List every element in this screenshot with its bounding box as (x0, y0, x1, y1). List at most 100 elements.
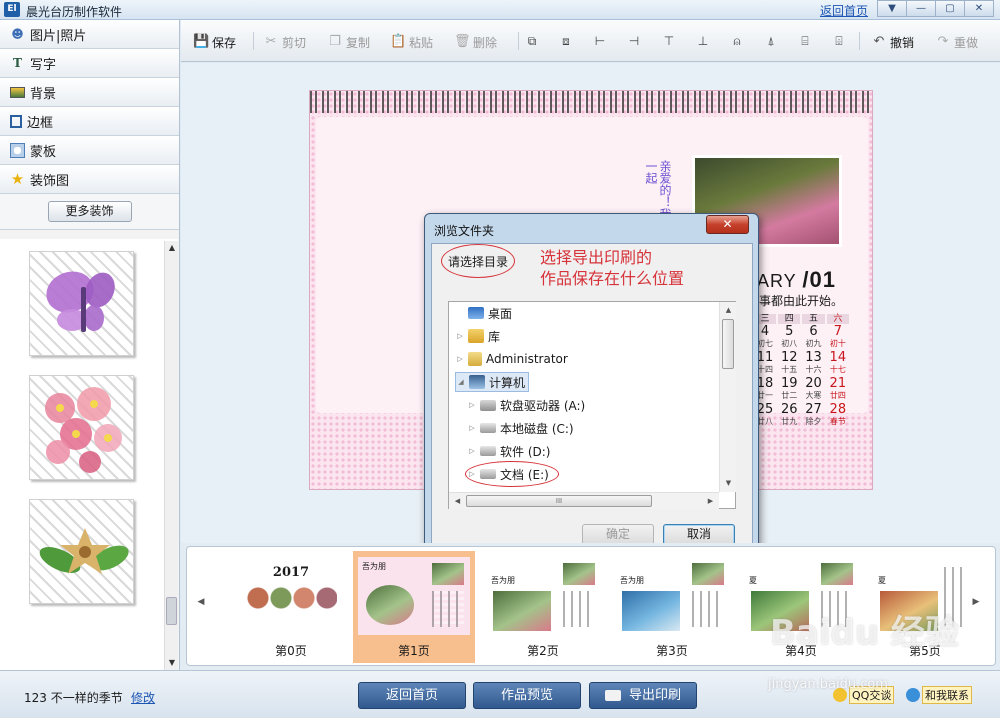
calendar-lunar-date: 初九 (805, 339, 822, 348)
star-icon: ★ (10, 169, 25, 188)
expand-arrow-icon[interactable]: ▷ (455, 332, 465, 340)
page-thumb-1[interactable]: 吾为朋 第1页 (353, 551, 475, 663)
maximize-button[interactable]: ▢ (935, 0, 965, 17)
calendar-day (777, 428, 801, 443)
dialog-close-button[interactable]: ✕ (706, 215, 749, 234)
calendar-lunar-date: 廿九 (781, 417, 798, 426)
export-print-button[interactable]: 导出印刷 (589, 682, 697, 709)
sidebar-item-border[interactable]: 边框 (0, 107, 179, 136)
calendar-day: 26 (780, 402, 798, 417)
align-left-icon[interactable]: ⊢ (592, 33, 608, 49)
tree-vertical-scrollbar[interactable]: ▲ ▼ (719, 302, 736, 492)
scroll-left-icon[interactable]: ◀ (193, 597, 209, 607)
sidebar-item-background[interactable]: 背景 (0, 78, 179, 107)
decoration-thumb-butterfly[interactable] (29, 251, 134, 356)
disk-icon (480, 446, 496, 456)
page-label: 第3页 (656, 644, 688, 658)
preview-button[interactable]: 作品预览 (473, 682, 581, 709)
undo-icon: ↶ (873, 34, 885, 49)
expand-arrow-icon[interactable]: ▷ (467, 470, 477, 478)
trash-icon: 🗑 (454, 34, 471, 49)
contact-label: 和我联系 (922, 686, 972, 704)
tree-item-label: Administrator (486, 352, 568, 366)
tree-item-desktop[interactable]: 桌面 (455, 303, 512, 323)
save-button[interactable]: 💾 保存 (193, 32, 236, 52)
scroll-left-icon[interactable]: ◀ (449, 493, 466, 510)
app-title: 晨光台历制作软件 (26, 5, 123, 19)
cancel-button[interactable]: 取消 (663, 524, 735, 545)
decoration-thumb-leaf-flower[interactable] (29, 499, 134, 604)
sidebar-item-photos[interactable]: ☻ 图片|照片 (0, 20, 179, 49)
align-middle-icon[interactable]: ⍋ (763, 33, 779, 49)
align-bottom-icon[interactable]: ⊥ (695, 33, 711, 49)
close-window-button[interactable]: ✕ (964, 0, 994, 17)
collapse-arrow-icon[interactable]: ◢ (456, 378, 466, 386)
tree-item-documents-e[interactable]: ▷ 文档 (E:) (467, 464, 549, 484)
undo-button[interactable]: ↶ 撤销 (871, 32, 914, 52)
bring-forward-icon[interactable]: ⧉ (524, 33, 540, 49)
scroll-thumb[interactable] (166, 597, 177, 625)
expand-arrow-icon[interactable]: ▷ (467, 424, 477, 432)
scroll-down-icon[interactable]: ▼ (165, 656, 179, 670)
scroll-up-icon[interactable]: ▲ (720, 302, 737, 319)
tree-item-software-d[interactable]: ▷ 软件 (D:) (467, 441, 550, 461)
scroll-thumb[interactable]: III (466, 495, 652, 507)
more-decorations-button[interactable]: 更多装饰 (47, 201, 132, 222)
thumb-photo (493, 591, 551, 631)
align-top-icon[interactable]: ⊤ (661, 33, 677, 49)
thumb-calendar (563, 591, 595, 627)
sidebar-item-mask[interactable]: 蒙板 (0, 136, 179, 165)
design-canvas[interactable]: 亲爱的！我们要永远在一起 JANUARY /01 每一段故事都由此开始。 日 一… (181, 63, 1000, 561)
ok-button[interactable]: 确定 (582, 524, 654, 545)
scroll-down-icon[interactable]: ▼ (720, 475, 737, 492)
sidebar-item-label: 写字 (30, 57, 57, 73)
align-right-icon[interactable]: ⊣ (626, 33, 642, 49)
edit-project-link[interactable]: 修改 (131, 689, 155, 706)
redo-button[interactable]: ↷ 重做 (935, 32, 978, 52)
baidu-watermark: Baidu 经验 (770, 613, 959, 653)
tree-item-floppy[interactable]: ▷ 软盘驱动器 (A:) (467, 395, 585, 415)
copy-button[interactable]: ❐ 复制 (327, 32, 370, 52)
annotation-line: 选择导出印刷的 (540, 248, 653, 267)
expand-arrow-icon[interactable]: ▷ (467, 401, 477, 409)
dialog-title: 浏览文件夹 (434, 224, 495, 238)
tree-item-local-disk-c[interactable]: ▷ 本地磁盘 (C:) (467, 418, 573, 438)
copy-label: 复制 (346, 35, 371, 50)
menu-dropdown-button[interactable]: ▼ (877, 0, 907, 17)
page-thumb-0[interactable]: 2017 第0页 (230, 551, 352, 663)
sidebar-item-text[interactable]: T 写字 (0, 49, 179, 78)
expand-arrow-icon[interactable]: ▷ (467, 447, 477, 455)
paste-button[interactable]: 📋 粘贴 (390, 32, 433, 52)
scroll-up-icon[interactable]: ▲ (165, 241, 179, 255)
folder-tree[interactable]: 桌面 ▷ 库 ▷ Administrator ◢ 计算机 ▷ 软盘驱动器 (A:… (448, 301, 736, 509)
minimize-button[interactable]: — (906, 0, 936, 17)
sidebar-item-decoration[interactable]: ★ 装饰图 (0, 165, 179, 194)
tree-item-administrator[interactable]: ▷ Administrator (455, 349, 568, 369)
calendar-day: 20 (805, 376, 822, 391)
scroll-thumb[interactable] (722, 319, 734, 369)
home-button[interactable]: 返回首页 (358, 682, 466, 709)
distribute-horizontal-icon[interactable]: ⌸ (797, 33, 813, 49)
home-link[interactable]: 返回首页 (820, 2, 868, 19)
decoration-thumb-flowers[interactable] (29, 375, 134, 480)
cut-button[interactable]: ✂ 剪切 (263, 32, 306, 52)
page-thumb-2[interactable]: 吾为朋 第2页 (482, 551, 604, 663)
calendar-lunar-date: 廿四 (829, 391, 846, 400)
redo-label: 重做 (954, 35, 979, 50)
contact-me-button[interactable]: 和我联系 (906, 686, 972, 704)
tree-horizontal-scrollbar[interactable]: ◀ III ▶ (449, 492, 719, 509)
tree-item-computer[interactable]: ◢ 计算机 (455, 372, 530, 392)
align-center-vertical-icon[interactable]: ⍝ (729, 33, 745, 49)
decoration-scrollbar[interactable]: ▲ ▼ (164, 241, 178, 671)
thumb-photo (821, 563, 853, 585)
delete-button[interactable]: 🗑 删除 (454, 32, 497, 52)
expand-arrow-icon[interactable]: ▷ (455, 355, 465, 363)
tree-item-library[interactable]: ▷ 库 (455, 326, 500, 346)
tree-item-label: 文档 (E:) (500, 467, 549, 482)
send-backward-icon[interactable]: ⧈ (558, 33, 574, 49)
dialog-prompt-label: 请选择目录 (448, 255, 509, 269)
distribute-vertical-icon[interactable]: ⌹ (831, 33, 847, 49)
user-folder-icon (468, 352, 482, 366)
page-thumb-3[interactable]: 吾为朋 第3页 (611, 551, 733, 663)
scroll-right-icon[interactable]: ▶ (702, 493, 719, 510)
